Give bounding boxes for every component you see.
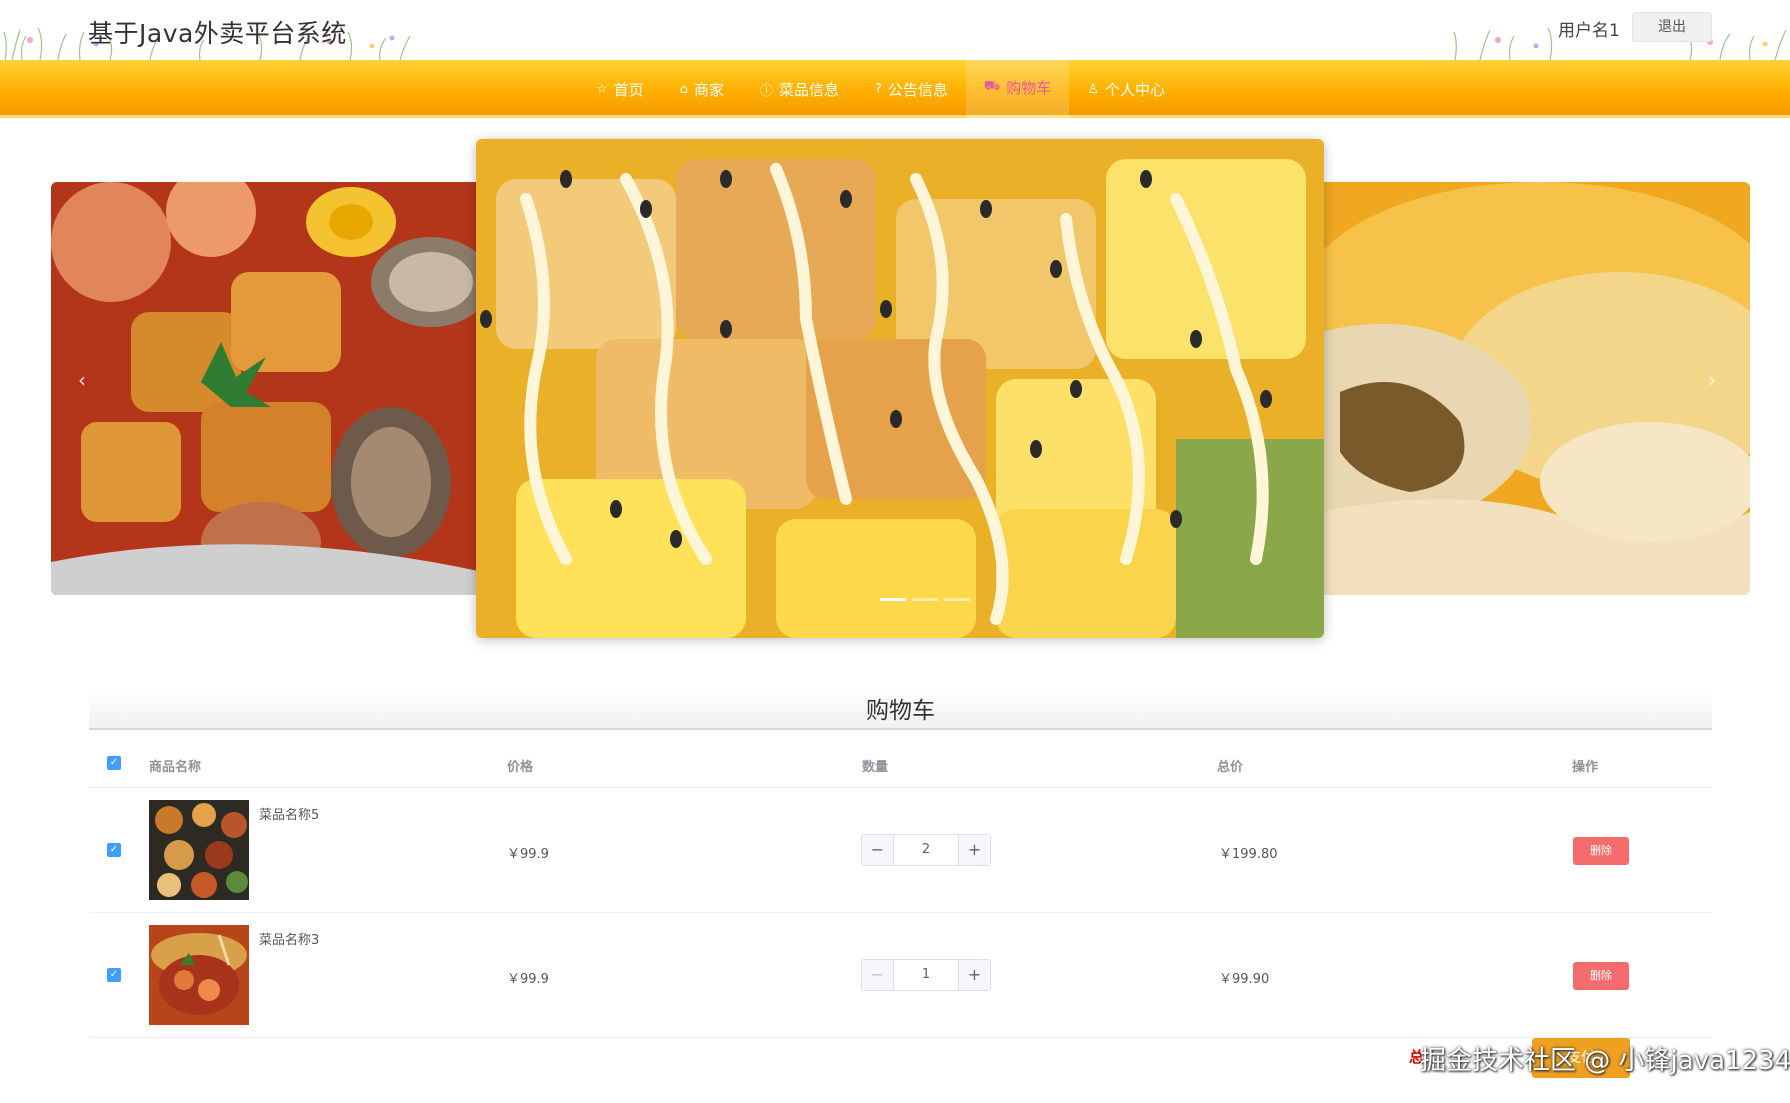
- nav-label-merchants: 商家: [693, 80, 724, 99]
- carousel-prev-arrow-icon[interactable]: ‹: [78, 368, 86, 392]
- row-checkbox[interactable]: ✓: [107, 843, 121, 857]
- quantity-stepper: − 2 +: [861, 834, 991, 866]
- nav-item-merchants[interactable]: ⌂ 商家: [662, 60, 742, 118]
- nav-item-dishes[interactable]: ⓘ 菜品信息: [742, 60, 857, 118]
- increase-quantity-button[interactable]: +: [958, 960, 990, 990]
- delete-button[interactable]: 删除: [1573, 837, 1629, 865]
- carousel-slide-seafood[interactable]: [51, 182, 483, 595]
- nav-label-profile: 个人中心: [1104, 80, 1165, 99]
- carousel-indicator[interactable]: [880, 598, 906, 601]
- question-icon: ?: [874, 81, 882, 97]
- nav-label-cart: 购物车: [1006, 79, 1052, 97]
- carousel-indicators: [880, 598, 970, 601]
- nav-item-cart[interactable]: ⛟ 购物车: [965, 60, 1070, 118]
- table-row: ✓ 菜品名称3 ￥99.9 − 1 + ￥99.90 删除: [89, 913, 1712, 1038]
- quantity-stepper: − 1 +: [861, 959, 991, 991]
- quantity-input[interactable]: 2: [894, 835, 958, 865]
- pineapple-dish-image: [476, 139, 1324, 638]
- nav-label-home: 首页: [613, 80, 644, 99]
- decrease-quantity-button[interactable]: −: [862, 960, 894, 990]
- column-header-name: 商品名称: [149, 760, 202, 775]
- nav-label-announcements: 公告信息: [887, 80, 948, 99]
- seafood-dish-image: [51, 182, 483, 595]
- row-total: ￥99.90: [1219, 972, 1270, 987]
- nav-item-home[interactable]: ☆ 首页: [578, 60, 662, 118]
- carousel-slide-pastry[interactable]: [1320, 182, 1750, 595]
- star-icon: ☆: [596, 81, 608, 97]
- image-carousel: ‹ ›: [0, 118, 1790, 658]
- username: 用户名1: [1558, 21, 1620, 41]
- delete-button[interactable]: 删除: [1573, 962, 1629, 990]
- increase-quantity-button[interactable]: +: [958, 835, 990, 865]
- info-icon: ⓘ: [759, 83, 773, 99]
- grass-decoration-right: [1453, 27, 1787, 60]
- table-row: ✓ 菜品名称5 ￥99.9 − 2 + ￥199.80 删除: [89, 788, 1712, 913]
- table-header-row: ✓ 商品名称 价格 数量 总价 操作: [89, 742, 1712, 788]
- main-nav-bar: ☆ 首页 ⌂ 商家 ⓘ 菜品信息 ? 公告信息 ⛟ 购物车 ♙ 个人中心: [0, 60, 1790, 118]
- nav-item-profile[interactable]: ♙ 个人中心: [1069, 60, 1183, 118]
- cart-title: 购物车: [866, 698, 935, 724]
- column-header-price: 价格: [507, 760, 534, 775]
- column-header-quantity: 数量: [862, 760, 889, 775]
- site-title: 基于Java外卖平台系统: [88, 19, 347, 48]
- cart-icon: ⛟: [983, 79, 1001, 94]
- dish-thumbnail: [149, 925, 249, 1025]
- shop-icon: ⌂: [679, 81, 688, 97]
- cart-table: ✓ 商品名称 价格 数量 总价 操作 ✓ 菜品名称5 ￥99.9 − 2 + ￥…: [89, 742, 1712, 1038]
- pastry-dish-image: [1320, 182, 1750, 595]
- watermark: 掘金技术社区 @ 小锋java1234: [1420, 1046, 1790, 1076]
- carousel-slide-pineapple[interactable]: [476, 139, 1324, 638]
- top-header: 基于Java外卖平台系统 用户名1 退出: [0, 0, 1790, 60]
- carousel-next-arrow-icon[interactable]: ›: [1708, 368, 1716, 392]
- quantity-input[interactable]: 1: [894, 960, 958, 990]
- dish-name: 菜品名称3: [259, 933, 320, 948]
- logout-button[interactable]: 退出: [1632, 12, 1712, 42]
- row-checkbox[interactable]: ✓: [107, 968, 121, 982]
- nav-item-announcements[interactable]: ? 公告信息: [857, 60, 966, 118]
- select-all-checkbox[interactable]: ✓: [107, 756, 121, 770]
- row-total: ￥199.80: [1219, 847, 1278, 862]
- dish-price: ￥99.9: [507, 847, 549, 862]
- main-nav: ☆ 首页 ⌂ 商家 ⓘ 菜品信息 ? 公告信息 ⛟ 购物车 ♙ 个人中心: [578, 60, 1183, 118]
- dish-thumbnail: [149, 800, 249, 900]
- dish-name: 菜品名称5: [259, 808, 320, 823]
- decrease-quantity-button[interactable]: −: [862, 835, 894, 865]
- dish-price: ￥99.9: [507, 972, 549, 987]
- column-header-total: 总价: [1217, 760, 1244, 775]
- column-header-action: 操作: [1572, 760, 1599, 775]
- carousel-indicator[interactable]: [912, 598, 938, 601]
- cart-section-header: 购物车: [89, 690, 1712, 730]
- nav-label-dishes: 菜品信息: [778, 80, 839, 99]
- user-icon: ♙: [1087, 81, 1099, 97]
- carousel-indicator[interactable]: [944, 598, 970, 601]
